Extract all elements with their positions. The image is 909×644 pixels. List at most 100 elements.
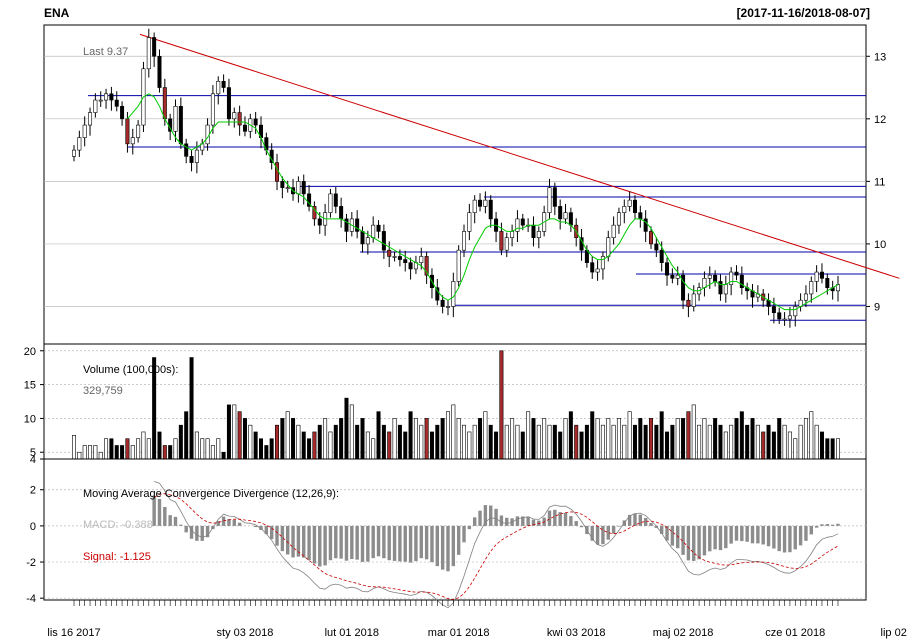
volume-bar <box>488 424 493 460</box>
macd-histogram-bar <box>494 508 498 526</box>
volume-title: Volume (100,000s): <box>83 364 178 376</box>
candle-body <box>723 284 728 295</box>
candle-body <box>499 231 504 251</box>
volume-bar <box>381 424 386 460</box>
candle-body <box>365 237 370 245</box>
volume-bar <box>317 424 322 460</box>
volume-bar <box>526 411 531 460</box>
macd-histogram-bar <box>237 522 242 526</box>
macd-histogram-bar <box>830 524 835 526</box>
macd-tick-label: -4 <box>26 593 36 605</box>
macd-histogram-bar <box>173 516 178 526</box>
volume-bar <box>734 418 739 460</box>
volume-bar <box>248 424 253 460</box>
candle-body <box>520 218 525 226</box>
volume-bar <box>237 411 242 460</box>
volume-bar <box>98 451 103 460</box>
volume-bar <box>606 418 611 460</box>
volume-bar <box>504 424 509 460</box>
candle-body <box>510 231 515 238</box>
macd-histogram-bar <box>697 525 701 560</box>
macd-histogram-bar <box>360 525 365 562</box>
candle-body <box>793 306 798 317</box>
volume-bar <box>745 424 750 460</box>
chart-canvas: 910111213Last 9.3745101520Volume (100,00… <box>24 24 909 639</box>
x-axis-date-label: kwi 03 2018 <box>547 627 606 639</box>
macd-histogram-bar <box>350 525 354 560</box>
volume-bar <box>718 424 723 460</box>
signal-value-label: Signal: -1.125 <box>83 551 151 563</box>
candle-body <box>72 149 77 157</box>
volume-bar <box>542 418 547 460</box>
macd-histogram-bar <box>451 525 456 567</box>
macd-histogram-bar <box>168 515 172 526</box>
candle-body <box>782 318 787 321</box>
candle-body <box>328 193 333 213</box>
volume-bar <box>253 431 258 460</box>
candle-body <box>178 106 183 145</box>
candle-body <box>397 256 402 260</box>
volume-last-value: 329,759 <box>83 385 123 397</box>
macd-histogram-bar <box>611 525 616 534</box>
macd-histogram-bar <box>398 525 402 562</box>
volume-tick-label: 10 <box>24 413 36 425</box>
volume-bar <box>803 418 808 460</box>
candle-body <box>771 306 776 314</box>
candle-body <box>408 262 413 270</box>
volume-bar <box>392 418 397 460</box>
macd-histogram-bar <box>836 523 840 526</box>
macd-histogram-bar <box>814 525 819 528</box>
macd-histogram-bar <box>403 525 407 562</box>
volume-bar <box>445 411 450 460</box>
candle-body <box>88 112 93 126</box>
macd-histogram-bar <box>563 512 568 526</box>
macd-histogram-bar <box>334 525 338 559</box>
volume-bar <box>93 445 98 460</box>
candle-body <box>675 274 680 279</box>
candle-body <box>440 299 445 307</box>
macd-histogram-bar <box>221 516 226 526</box>
price-tick-label: 9 <box>874 301 880 313</box>
volume-bar <box>408 411 413 460</box>
macd-histogram-bar <box>595 525 600 545</box>
volume-bar <box>429 431 434 460</box>
volume-bar <box>499 350 504 460</box>
volume-bar <box>333 424 338 460</box>
volume-bar <box>104 438 109 460</box>
candle-body <box>296 181 301 195</box>
macd-histogram-bar <box>788 525 792 553</box>
candle-body <box>317 218 322 226</box>
candle-body <box>189 156 194 163</box>
volume-bar <box>638 418 643 460</box>
macd-histogram-bar <box>633 513 637 526</box>
macd-tick-label: 0 <box>30 521 36 533</box>
macd-histogram-bar <box>574 521 578 526</box>
macd-histogram-bar <box>462 525 466 543</box>
volume-bar <box>360 418 365 460</box>
macd-histogram-bar <box>200 525 204 541</box>
macd-histogram-bar <box>355 525 359 560</box>
macd-histogram-bar <box>756 525 760 544</box>
macd-histogram-bar <box>302 525 306 558</box>
candle-body <box>654 243 659 251</box>
candle-body <box>205 124 210 145</box>
candle-body <box>707 274 712 279</box>
macd-histogram-bar <box>729 525 733 544</box>
volume-bar <box>291 418 296 460</box>
candle-body <box>125 118 130 145</box>
macd-histogram-bar <box>312 525 317 564</box>
volume-bar <box>285 411 290 460</box>
macd-histogram-bar <box>195 525 199 541</box>
volume-tick-label: 15 <box>24 380 36 392</box>
candle-body <box>237 112 242 126</box>
macd-histogram-bar <box>526 516 530 526</box>
candle-body <box>173 106 178 132</box>
macd-histogram-bar <box>750 525 755 544</box>
macd-histogram-bar <box>179 524 183 526</box>
candle-body <box>120 106 125 120</box>
volume-bar <box>761 431 766 460</box>
candle-body <box>419 256 424 263</box>
volume-bar <box>307 438 312 460</box>
macd-histogram-bar <box>798 525 803 546</box>
macd-histogram-bar <box>371 525 375 559</box>
